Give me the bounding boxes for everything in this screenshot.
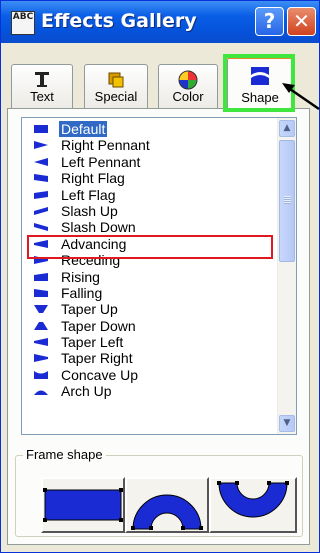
taper-left-icon: [34, 338, 48, 347]
scrollbar-thumb[interactable]: [279, 140, 295, 262]
arch-frame-button[interactable]: [125, 477, 209, 533]
list-item-label: Default: [59, 121, 108, 137]
list-item-concave-up[interactable]: Concave Up: [22, 367, 272, 383]
shape-listbox[interactable]: Default Right Pennant Left Pennant Right…: [21, 117, 297, 435]
list-item-label: Falling: [61, 284, 103, 301]
effects-gallery-window: ABC Effects Gallery ? ✕ Text Special Col…: [0, 0, 320, 553]
list-item-taper-left[interactable]: Taper Left: [22, 334, 272, 350]
scroll-up-arrow-icon[interactable]: ▲: [279, 120, 295, 137]
right-flag-icon: [34, 174, 48, 183]
rectangle-frame-icon: [43, 488, 123, 522]
falling-icon: [34, 288, 48, 297]
vertical-scrollbar[interactable]: ▲ ▼: [277, 118, 296, 434]
window-title: Effects Gallery: [41, 10, 197, 32]
list-item-label: Taper Left: [61, 334, 124, 351]
arrow-pointer-icon: [282, 83, 320, 111]
taper-right-icon: [34, 354, 48, 363]
app-icon: ABC: [11, 11, 35, 35]
list-item-right-pennant[interactable]: Right Pennant: [22, 137, 272, 153]
list-item-label: Right Pennant: [61, 137, 150, 154]
tab-special-label: Special: [94, 89, 138, 104]
tab-special[interactable]: Special: [84, 64, 148, 108]
title-bar[interactable]: ABC Effects Gallery ? ✕: [1, 1, 319, 43]
scroll-down-arrow-icon[interactable]: ▼: [279, 415, 295, 432]
list-item-taper-right[interactable]: Taper Right: [22, 350, 272, 366]
list-item-label: Arch Up: [61, 383, 112, 400]
list-item-label: Taper Right: [61, 350, 133, 367]
text-icon: [35, 72, 49, 87]
list-item-label: Rising: [61, 268, 100, 285]
list-item-taper-up[interactable]: Taper Up: [22, 301, 272, 317]
list-item-label: Slash Down: [61, 219, 136, 236]
tab-text[interactable]: Text: [11, 64, 73, 108]
right-pennant-icon: [34, 141, 48, 150]
list-item-rising[interactable]: Rising: [22, 269, 272, 285]
slash-up-icon: [34, 206, 48, 215]
tab-color-label: Color: [172, 89, 204, 104]
list-item-default[interactable]: Default: [22, 121, 272, 137]
special-icon: [108, 72, 124, 88]
slash-down-icon: [34, 223, 48, 232]
list-item-label: Left Pennant: [61, 153, 141, 170]
arch-frame-icon: [131, 494, 203, 530]
taper-down-icon: [34, 321, 48, 330]
left-flag-icon: [34, 190, 48, 199]
list-item-taper-down[interactable]: Taper Down: [22, 318, 272, 334]
list-item-label: Slash Up: [61, 202, 118, 219]
list-item-label: Left Flag: [61, 186, 116, 203]
list-item-left-flag[interactable]: Left Flag: [22, 187, 272, 203]
concave-up-icon: [34, 370, 48, 379]
rising-icon: [34, 272, 48, 281]
bowl-frame-button[interactable]: [209, 477, 297, 533]
rectangle-frame-button[interactable]: [41, 477, 125, 533]
taper-up-icon: [34, 305, 48, 314]
close-button[interactable]: ✕: [287, 7, 316, 36]
arch-up-icon: [34, 390, 48, 396]
scrollbar-grip: [284, 196, 291, 204]
red-highlight-box: [27, 235, 273, 259]
list-item-label: Right Flag: [61, 170, 125, 187]
list-item-label: Concave Up: [61, 366, 139, 383]
help-button[interactable]: ?: [255, 7, 284, 36]
list-item-right-flag[interactable]: Right Flag: [22, 170, 272, 186]
list-item-label: Taper Down: [61, 317, 136, 334]
color-wheel-icon: [178, 70, 198, 90]
list-item-label: Taper Up: [61, 301, 118, 318]
left-pennant-icon: [34, 157, 48, 166]
bowl-frame-icon: [217, 481, 289, 518]
list-item-arch-up[interactable]: Arch Up: [22, 383, 272, 399]
tab-color[interactable]: Color: [158, 64, 218, 108]
default-shape-icon: [34, 125, 48, 133]
list-item-slash-down[interactable]: Slash Down: [22, 219, 272, 235]
shape-list: Default Right Pennant Left Pennant Right…: [22, 121, 272, 400]
list-item-slash-up[interactable]: Slash Up: [22, 203, 272, 219]
tab-text-label: Text: [30, 89, 54, 104]
list-item-left-pennant[interactable]: Left Pennant: [22, 154, 272, 170]
list-item-falling[interactable]: Falling: [22, 285, 272, 301]
frame-shape-label: Frame shape: [23, 447, 106, 462]
